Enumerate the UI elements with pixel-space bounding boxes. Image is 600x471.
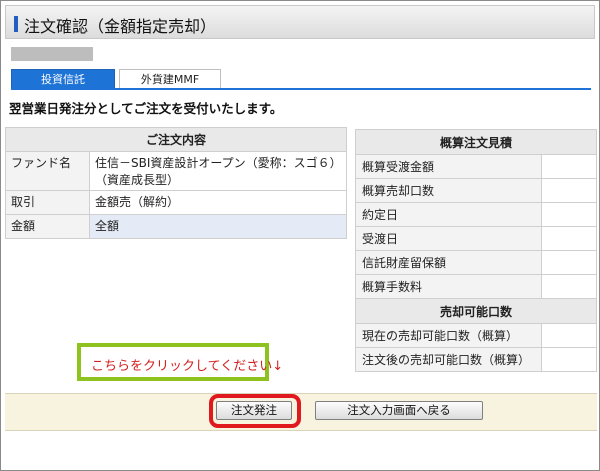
transaction-value: 金額売（解約） xyxy=(89,190,347,215)
amount-label: 金額 xyxy=(5,214,90,239)
page-header: 注文確認（金額指定売却） xyxy=(5,5,595,39)
fund-name-line1: 住信－SBI資産設計オープン（愛称：スゴ６） xyxy=(95,156,342,170)
sellable-label: 現在の売却可能口数（概算） xyxy=(355,323,542,348)
fund-name-line2: （資産成長型） xyxy=(95,173,180,187)
tab-underline xyxy=(11,88,591,90)
table-row: 注文後の売却可能口数（概算） xyxy=(355,347,597,372)
acceptance-message: 翌営業日発注分としてご注文を受付いたします。 xyxy=(9,101,283,116)
estimate-value xyxy=(541,226,597,251)
table-row: ファンド名 住信－SBI資産設計オープン（愛称：スゴ６） （資産成長型） xyxy=(5,151,347,191)
estimate-label: 受渡日 xyxy=(355,226,542,251)
estimate-value xyxy=(541,250,597,275)
estimate-table: 概算注文見積 概算受渡金額 概算売却口数 約定日 受渡日 信託財産留保額 概算手… xyxy=(355,129,597,372)
fund-name-label: ファンド名 xyxy=(5,151,90,191)
table-row: 金額 全額 xyxy=(5,214,347,239)
estimate-value xyxy=(541,178,597,203)
button-bar xyxy=(5,393,597,431)
header-accent-bar xyxy=(14,16,18,32)
estimate-label: 概算手数料 xyxy=(355,274,542,299)
click-here-annotation: こちらをクリックしてください↓ xyxy=(77,343,283,381)
table-row: 概算売却口数 xyxy=(355,178,597,203)
table-row: 約定日 xyxy=(355,202,597,227)
sellable-label: 注文後の売却可能口数（概算） xyxy=(355,347,542,372)
table-row: 取引 金額売（解約） xyxy=(5,190,347,215)
order-details-table: ご注文内容 ファンド名 住信－SBI資産設計オープン（愛称：スゴ６） （資産成長… xyxy=(5,127,347,239)
tab-investment-trust[interactable]: 投資信託 xyxy=(11,69,115,89)
estimate-label: 概算売却口数 xyxy=(355,178,542,203)
fund-name-value: 住信－SBI資産設計オープン（愛称：スゴ６） （資産成長型） xyxy=(89,151,347,191)
transaction-label: 取引 xyxy=(5,190,90,215)
window-frame: 注文確認（金額指定売却） 投資信託 外貨建MMF 翌営業日発注分としてご注文を受… xyxy=(0,0,600,471)
estimate-value xyxy=(541,202,597,227)
tab-foreign-mmf[interactable]: 外貨建MMF xyxy=(119,69,221,89)
click-here-text: こちらをクリックしてください↓ xyxy=(91,359,284,374)
amount-value: 全額 xyxy=(89,214,347,239)
estimate-label: 信託財産留保額 xyxy=(355,250,542,275)
estimate-label: 約定日 xyxy=(355,202,542,227)
table-row: 概算受渡金額 xyxy=(355,154,597,179)
estimate-heading: 概算注文見積 xyxy=(355,129,597,155)
table-row: 受渡日 xyxy=(355,226,597,251)
place-order-button[interactable]: 注文発注 xyxy=(216,401,292,420)
estimate-label: 概算受渡金額 xyxy=(355,154,542,179)
table-row: 現在の売却可能口数（概算） xyxy=(355,323,597,348)
sellable-value xyxy=(541,323,597,348)
page-title: 注文確認（金額指定売却） xyxy=(24,17,217,36)
table-row: 信託財産留保額 xyxy=(355,250,597,275)
order-details-heading: ご注文内容 xyxy=(5,127,347,152)
estimate-value xyxy=(541,154,597,179)
redacted-account-info xyxy=(11,47,93,61)
back-to-input-button[interactable]: 注文入力画面へ戻る xyxy=(315,401,483,420)
sellable-value xyxy=(541,347,597,372)
sellable-heading: 売却可能口数 xyxy=(355,298,597,324)
estimate-value xyxy=(541,274,597,299)
table-row: 概算手数料 xyxy=(355,274,597,299)
